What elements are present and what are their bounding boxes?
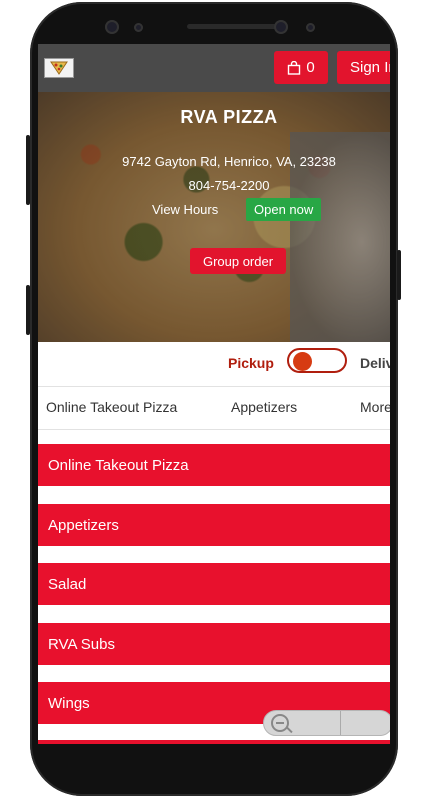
restaurant-logo[interactable]	[44, 58, 74, 78]
pickup-label[interactable]: Pickup	[228, 355, 274, 371]
cart-count: 0	[306, 59, 315, 76]
category-rva-subs[interactable]: RVA Subs	[38, 623, 390, 665]
power-button	[397, 250, 401, 300]
proximity-sensor-icon	[306, 23, 315, 32]
toggle-knob	[293, 352, 312, 371]
zoom-out-icon[interactable]	[271, 714, 289, 732]
cart-button[interactable]: 0	[274, 51, 328, 84]
group-order-button[interactable]: Group order	[190, 248, 286, 274]
hero-banner: RVA PIZZA 9742 Gayton Rd, Henrico, VA, 2…	[38, 92, 390, 342]
speaker-grille	[187, 24, 283, 29]
sign-in-label: Sign In	[350, 59, 390, 76]
category-appetizers[interactable]: Appetizers	[38, 504, 390, 546]
tab-more[interactable]: More	[360, 399, 390, 415]
bixby-button	[26, 285, 30, 335]
front-camera-icon	[105, 20, 119, 34]
iris-scanner-icon	[274, 20, 288, 34]
category-online-takeout-pizza[interactable]: Online Takeout Pizza	[38, 444, 390, 486]
restaurant-address: 9742 Gayton Rd, Henrico, VA, 23238	[122, 154, 336, 169]
restaurant-name: RVA PIZZA	[180, 107, 278, 127]
pickup-delivery-toggle[interactable]	[287, 348, 347, 373]
view-hours-link[interactable]: View Hours	[152, 202, 218, 217]
zoom-control[interactable]	[263, 710, 390, 736]
open-status-badge: Open now	[246, 198, 322, 221]
order-mode-row: Pickup Delivery	[38, 342, 390, 386]
sensor-icon	[134, 23, 143, 32]
category-tabs: Online Takeout Pizza Appetizers More	[38, 386, 390, 430]
restaurant-phone[interactable]: 804-754-2200	[38, 178, 390, 193]
tab-online-takeout-pizza[interactable]: Online Takeout Pizza	[46, 399, 177, 415]
shopping-bag-icon	[288, 60, 301, 75]
sign-in-button[interactable]: Sign In	[337, 51, 390, 84]
top-bar: 0 Sign In	[38, 44, 390, 92]
tab-appetizers[interactable]: Appetizers	[231, 399, 297, 415]
zoom-divider	[340, 711, 341, 735]
hero-content: RVA PIZZA 9742 Gayton Rd, Henrico, VA, 2…	[38, 92, 390, 342]
app-screen: 0 Sign In RVA PIZZA 9742 Gayton Rd, Henr…	[38, 44, 390, 744]
volume-button	[26, 135, 30, 205]
bottom-category-edge	[38, 740, 390, 744]
delivery-label[interactable]: Delivery	[360, 355, 390, 371]
category-salad[interactable]: Salad	[38, 563, 390, 605]
